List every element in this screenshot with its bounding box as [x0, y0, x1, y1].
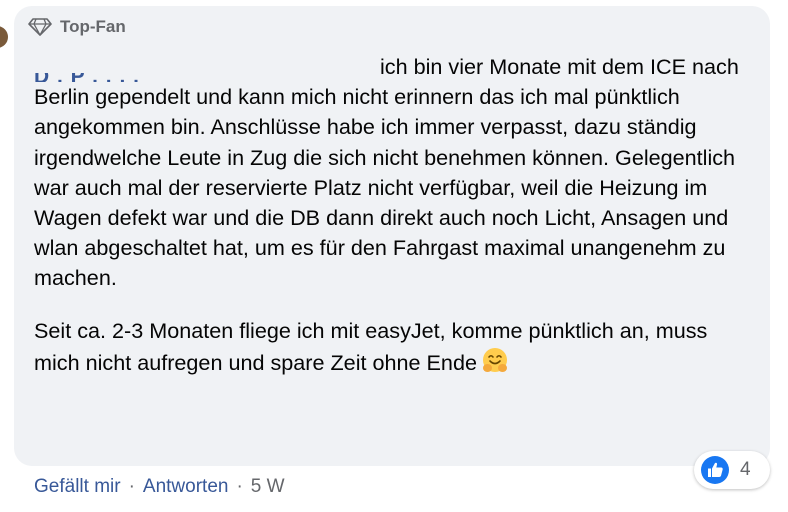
diamond-icon — [28, 18, 52, 36]
like-icon — [701, 456, 729, 484]
reply-link[interactable]: Antworten — [143, 476, 229, 498]
comment-paragraph-2: Seit ca. 2-3 Monaten fliege ich mit easy… — [34, 316, 754, 382]
author-name-mask — [34, 56, 374, 73]
reaction-count: 4 — [740, 459, 751, 480]
top-fan-badge[interactable]: Top-Fan — [28, 17, 126, 37]
comment-actions: Gefällt mir · Antworten · 5 W — [34, 476, 285, 498]
badge-label: Top-Fan — [60, 17, 126, 36]
comment-author-name[interactable]: D . P . . . . — [34, 56, 374, 82]
like-link[interactable]: Gefällt mir — [34, 476, 121, 498]
comment-paragraph-2-text: Seit ca. 2-3 Monaten fliege ich mit easy… — [34, 317, 708, 375]
action-separator: · — [236, 476, 243, 497]
comment-paragraph-1: ich bin vier Monate mit dem ICE nach Ber… — [34, 54, 739, 291]
reaction-summary[interactable]: 4 — [694, 451, 770, 489]
comment-timestamp[interactable]: 5 W — [251, 476, 285, 498]
action-separator: · — [128, 476, 135, 497]
comment-body: ich bin vier Monate mit dem ICE nach Ber… — [34, 52, 754, 382]
avatar[interactable] — [0, 26, 8, 48]
hugging-face-emoji-icon — [481, 346, 509, 382]
